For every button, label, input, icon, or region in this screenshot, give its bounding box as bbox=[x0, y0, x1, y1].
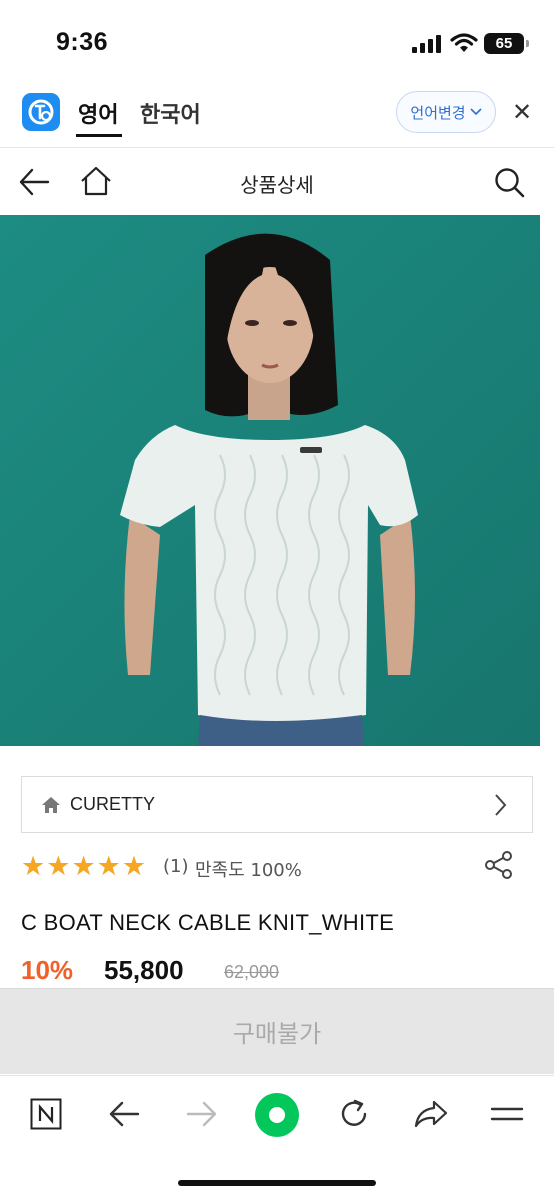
star-icon: ★ bbox=[46, 851, 71, 882]
back-arrow-icon[interactable] bbox=[108, 1098, 140, 1130]
naver-n-icon[interactable] bbox=[30, 1098, 62, 1130]
refresh-icon[interactable] bbox=[338, 1098, 370, 1130]
back-arrow-icon[interactable] bbox=[18, 167, 50, 197]
tab-english[interactable]: 영어 bbox=[78, 97, 118, 129]
brand-name: CURETTY bbox=[70, 794, 155, 814]
review-count[interactable]: (1) bbox=[163, 856, 189, 877]
sale-price: 55,800 bbox=[104, 955, 184, 985]
search-icon[interactable] bbox=[494, 167, 526, 199]
star-icon: ★ bbox=[71, 851, 96, 882]
product-title: C BOAT NECK CABLE KNIT_WHITE bbox=[21, 910, 395, 935]
store-home-icon bbox=[42, 797, 60, 813]
status-bar: 9:36 65 bbox=[0, 0, 554, 80]
translation-bar: 영어 한국어 언어변경 ✕ bbox=[0, 80, 554, 148]
battery-icon: 65 bbox=[484, 33, 529, 54]
signal-icon bbox=[412, 35, 441, 53]
star-icon: ★ bbox=[96, 851, 121, 882]
share-arrow-icon[interactable] bbox=[414, 1098, 448, 1130]
tab-korean[interactable]: 한국어 bbox=[140, 97, 201, 129]
share-icon[interactable] bbox=[484, 850, 514, 880]
chevron-right-icon bbox=[495, 794, 507, 816]
wifi-icon bbox=[450, 33, 478, 52]
forward-arrow-icon[interactable] bbox=[186, 1098, 218, 1130]
page-header: 상품상세 bbox=[0, 149, 554, 215]
menu-icon[interactable] bbox=[490, 1098, 524, 1130]
close-icon[interactable]: ✕ bbox=[512, 98, 532, 126]
original-price: 62,000 bbox=[224, 962, 280, 982]
rating-stars: ★ ★ ★ ★ ★ bbox=[21, 852, 146, 882]
star-icon: ★ bbox=[121, 851, 147, 882]
product-image[interactable] bbox=[0, 215, 540, 746]
satisfaction-text: 만족도 100% bbox=[195, 860, 302, 881]
language-change-label: 언어변경 bbox=[410, 103, 466, 122]
active-tab-underline bbox=[76, 134, 122, 137]
green-dot-icon[interactable] bbox=[254, 1092, 300, 1138]
buy-button[interactable]: 구매불가 bbox=[0, 988, 554, 1074]
home-icon[interactable] bbox=[80, 165, 112, 197]
discount-rate: 10% bbox=[21, 955, 74, 985]
buy-button-label: 구매불가 bbox=[232, 1020, 322, 1048]
status-time: 9:36 bbox=[56, 28, 109, 56]
chevron-down-icon bbox=[470, 108, 482, 116]
translate-logo-icon bbox=[22, 93, 60, 131]
star-icon: ★ bbox=[21, 851, 46, 882]
home-indicator bbox=[178, 1180, 376, 1186]
brand-store-link[interactable]: CURETTY bbox=[21, 776, 533, 833]
language-change-button[interactable]: 언어변경 bbox=[396, 91, 496, 133]
